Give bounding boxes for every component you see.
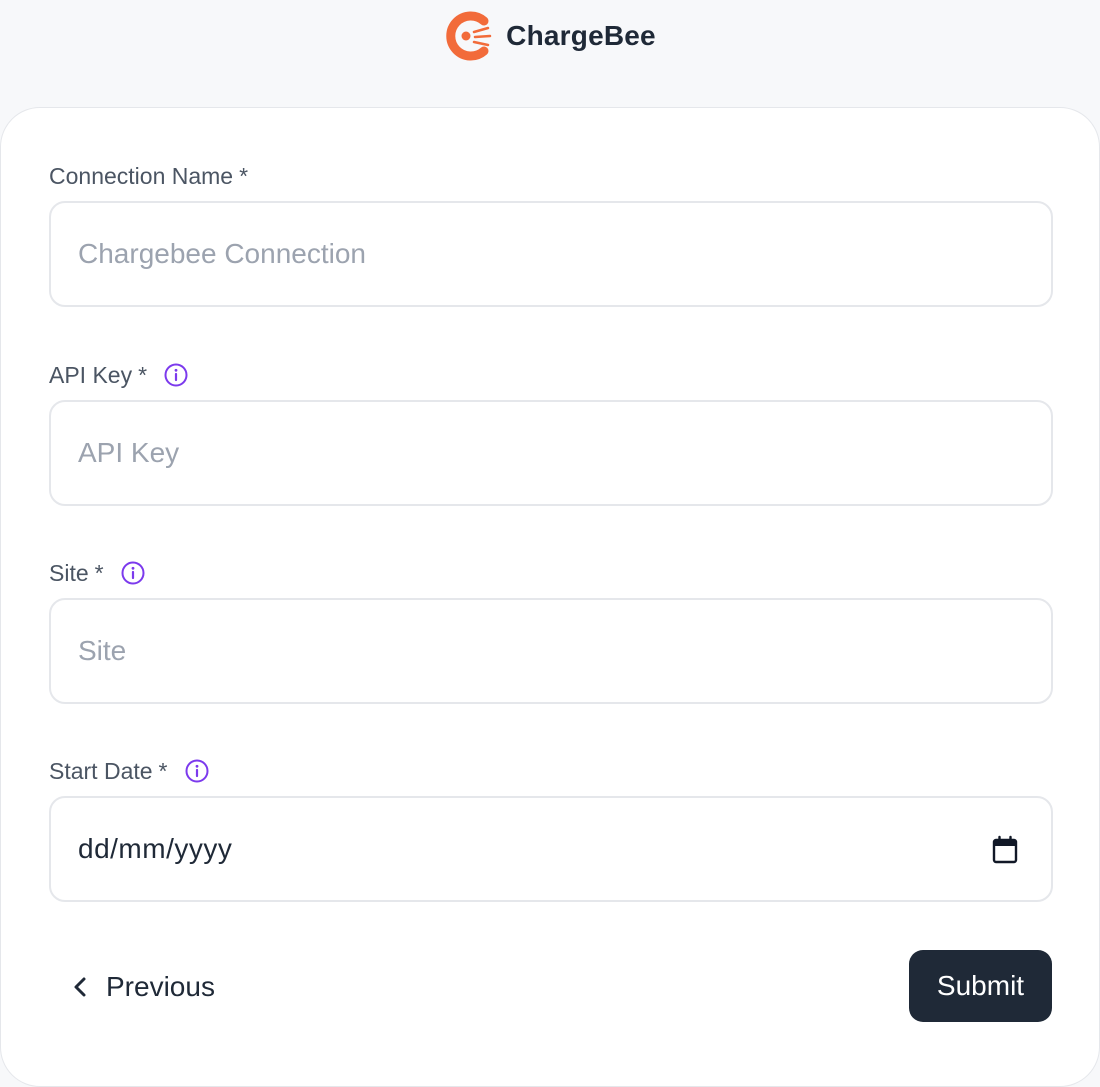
api-key-input-box xyxy=(49,400,1053,506)
info-icon[interactable] xyxy=(184,758,210,784)
info-icon[interactable] xyxy=(120,560,146,586)
previous-button[interactable]: Previous xyxy=(72,960,215,1014)
connection-name-input-box xyxy=(49,201,1053,307)
api-key-input[interactable] xyxy=(78,437,1051,469)
site-field: Site * xyxy=(49,559,1053,704)
submit-button[interactable]: Submit xyxy=(909,950,1052,1022)
api-key-field: API Key * xyxy=(49,361,1053,506)
connection-name-input[interactable] xyxy=(78,238,1051,270)
brand: ChargeBee xyxy=(444,10,656,62)
required-marker: * xyxy=(138,361,148,388)
calendar-icon[interactable] xyxy=(991,835,1019,865)
api-key-label: API Key xyxy=(49,361,133,388)
site-input-box xyxy=(49,598,1053,704)
connection-name-field: Connection Name * xyxy=(49,162,1053,307)
connection-form-card: Connection Name * API Key * Site * xyxy=(0,107,1100,1087)
connection-name-label: Connection Name xyxy=(49,162,234,189)
start-date-label-row: Start Date * xyxy=(49,757,1053,785)
site-label: Site xyxy=(49,559,89,586)
brand-name: ChargeBee xyxy=(506,20,656,51)
info-icon[interactable] xyxy=(163,362,189,388)
required-marker: * xyxy=(239,162,249,189)
api-key-label-row: API Key * xyxy=(49,361,1053,389)
site-label-row: Site * xyxy=(49,559,1053,587)
start-date-input[interactable]: dd/mm/yyyy xyxy=(49,796,1053,902)
connection-name-label-row: Connection Name * xyxy=(49,162,1053,190)
start-date-label: Start Date xyxy=(49,757,153,784)
required-marker: * xyxy=(158,757,168,784)
header: ChargeBee xyxy=(0,0,1100,108)
previous-label: Previous xyxy=(106,971,215,1002)
required-marker: * xyxy=(94,559,104,586)
chargebee-logo-icon xyxy=(446,11,492,61)
site-input[interactable] xyxy=(78,635,1051,667)
start-date-value[interactable]: dd/mm/yyyy xyxy=(78,833,232,865)
start-date-field: Start Date * dd/mm/yyyy xyxy=(49,757,1053,902)
chevron-left-icon xyxy=(74,977,86,997)
